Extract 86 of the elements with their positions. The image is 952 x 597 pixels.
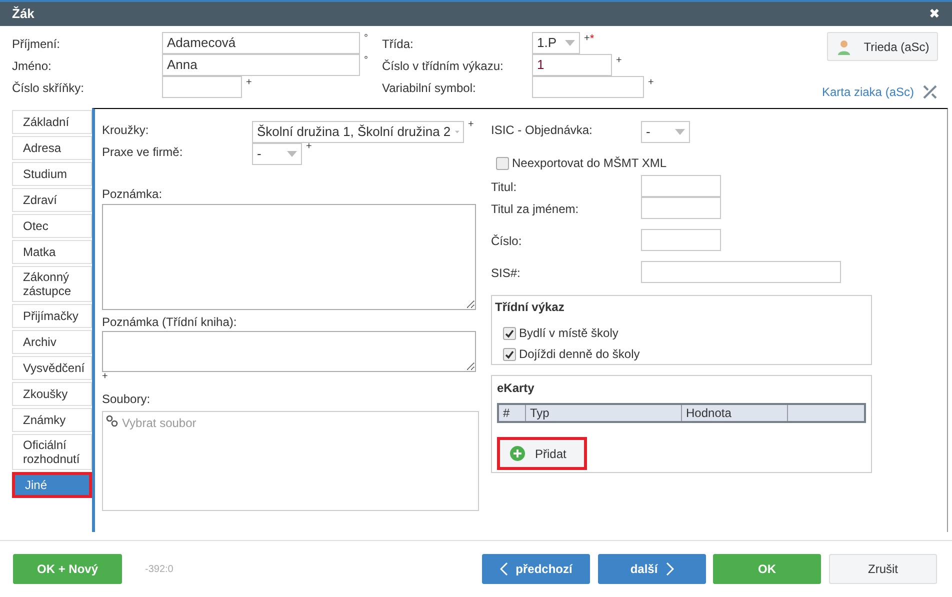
side-tab[interactable]: Jiné [12, 472, 92, 498]
text-field[interactable] [641, 229, 721, 251]
text-field[interactable]: Adamecová [162, 32, 360, 54]
field-mark: + [584, 32, 590, 46]
text-field[interactable] [641, 175, 721, 197]
person-icon [836, 38, 852, 54]
record-code: -392:0 [145, 562, 174, 576]
text-field[interactable] [641, 261, 841, 283]
text-field[interactable]: 1 [532, 54, 612, 76]
cancel-button[interactable]: Zrušit [829, 554, 937, 584]
column-header: Typ [526, 405, 682, 421]
side-tab[interactable]: Zákonný zástupce [12, 266, 92, 302]
dropdown[interactable]: Školní družina 1, Školní družina 2 [252, 121, 464, 143]
side-tab[interactable]: Oficiální rozhodnutí [12, 434, 92, 470]
card-link[interactable]: Karta ziaka (aSc) [822, 83, 914, 101]
side-tab[interactable]: Přijímačky [12, 304, 92, 328]
add-button[interactable]: Přidat [497, 437, 587, 470]
side-tab[interactable]: Studium [12, 162, 92, 186]
checkbox[interactable] [496, 156, 509, 170]
note-field[interactable] [102, 204, 476, 310]
field-mark: ° [364, 32, 368, 46]
field-label: Příjmení: [12, 36, 62, 53]
plus-icon [510, 446, 525, 461]
field-label: Poznámka (Třídní kniha): [102, 314, 238, 331]
caret-icon [675, 129, 685, 135]
caret-icon [287, 151, 297, 157]
field-label: Titul za jménem: [491, 201, 580, 218]
field-mark: + [102, 372, 109, 382]
chevron-right-icon [666, 562, 674, 576]
panel-title: Třídní výkaz [495, 299, 566, 316]
close-button[interactable]: ✖ [929, 4, 940, 24]
field-mark: + [468, 118, 474, 132]
caret-icon [454, 129, 459, 135]
previous-button[interactable]: předchozí [482, 554, 590, 584]
column-header: # [499, 405, 526, 421]
field-label: Jméno: [12, 58, 52, 75]
field-mark: + [616, 54, 622, 68]
panel-title: eKarty [497, 380, 536, 397]
class-note-field[interactable] [102, 331, 476, 372]
side-tab[interactable]: Zdraví [12, 188, 92, 212]
dropdown[interactable]: - [252, 143, 302, 165]
side-tab[interactable]: Otec [12, 214, 92, 238]
field-label: Poznámka: [102, 186, 164, 203]
side-tab[interactable]: Vysvědčení [12, 356, 92, 380]
text-field[interactable]: Anna [162, 54, 360, 76]
field-mark: + [246, 76, 252, 90]
checkbox-label: Bydlí v místě školy [519, 325, 618, 342]
field-label: Kroužky: [102, 122, 150, 139]
dropdown[interactable]: 1.P [532, 32, 580, 54]
field-label: Číslo: [491, 233, 523, 250]
field-mark: + [648, 76, 654, 90]
next-button[interactable]: další [598, 554, 706, 584]
checkbox[interactable] [503, 326, 516, 340]
field-label: Číslo skříňky: [12, 80, 86, 97]
required-mark: * [590, 32, 594, 47]
checkbox-label: Dojíždi denně do školy [519, 346, 640, 363]
side-tab[interactable]: Známky [12, 408, 92, 432]
checkbox-label: Neexportovat do MŠMT XML [512, 155, 667, 172]
field-label: Variabilní symbol: [382, 80, 477, 97]
class-button[interactable]: Trieda (aSc) [827, 32, 938, 61]
side-tab[interactable]: Matka [12, 240, 92, 264]
window-title: Žák [12, 5, 34, 24]
field-label: Třída: [382, 36, 414, 53]
chevron-left-icon [500, 562, 508, 576]
field-mark: + [306, 140, 312, 154]
checkbox[interactable] [503, 348, 516, 360]
dropdown[interactable]: - [641, 121, 690, 143]
check-icon [505, 350, 514, 358]
side-tab[interactable]: Zkoušky [12, 382, 92, 406]
check-icon [505, 328, 514, 338]
field-label: Číslo v třídním výkazu: [382, 58, 504, 75]
column-header: Hodnota [682, 405, 788, 421]
side-tab[interactable]: Archiv [12, 330, 92, 354]
field-label: ISIC - Objednávka: [491, 122, 594, 139]
caret-icon [565, 40, 575, 46]
field-label: SIS#: [491, 265, 522, 282]
side-tab[interactable]: Základní [12, 110, 92, 134]
side-tab[interactable]: Adresa [12, 136, 92, 160]
text-field[interactable] [532, 76, 644, 98]
field-label: Praxe ve firmě: [102, 144, 184, 161]
link-icon [106, 415, 118, 427]
text-field[interactable] [162, 76, 242, 98]
field-label: Titul: [491, 179, 518, 196]
field-mark: ° [364, 54, 368, 68]
text-field[interactable] [641, 197, 721, 219]
field-label: Soubory: [102, 391, 152, 408]
